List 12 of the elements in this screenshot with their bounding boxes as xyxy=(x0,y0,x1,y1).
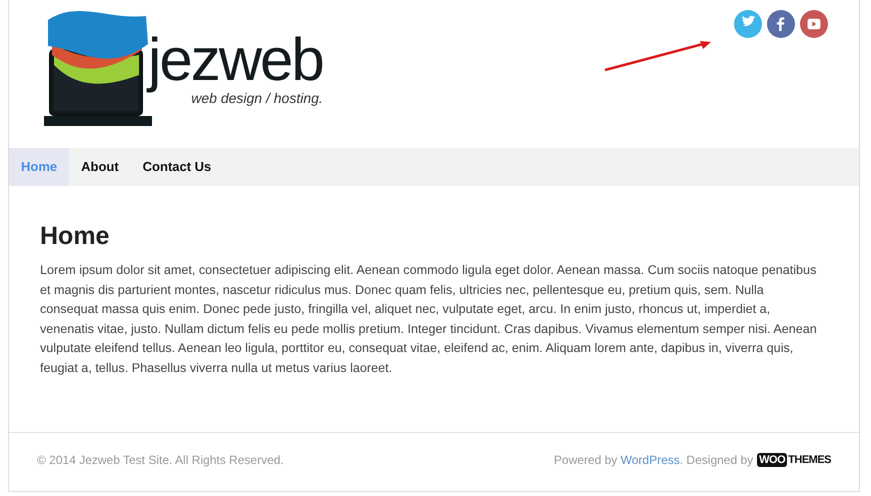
bird-icon[interactable] xyxy=(734,10,762,38)
logo-tagline: web design / hosting. xyxy=(191,90,323,108)
page-title: Home xyxy=(40,221,110,252)
page-body: Lorem ipsum dolor sit amet, consectetuer adipiscing elit. Aenean commodo ligula eget dolor. Aenean massa. Cum sociis natoque penatibus et magnis dis parturient montes, nascetur ridiculus mus. Donec quam felis, ultricies nec, pellentesque eu, pretium quis, sem. Nulla consequat massa quis enim. Donec pede justo, fringilla vel, aliquet nec, vulputate eget, arcu. In enim justo, rhoncus ut, imperdiet a, venenatis vitae, justo. Nullam dictum felis eu pede mollis pretium. Integer tincidunt. Cras dapibus. Vivamus elementum semper nisi. Aenean vulputate eleifend tellus. Aenean leo ligula, porttitor eu, consequat vitae, eleifend ac, enim. Aliquam lorem ante, dapibus in, viverra quis, feugiat a, tellus. Phasellus viverra nulla ut metus varius laoreet. xyxy=(40,262,818,377)
nav-link[interactable]: About xyxy=(69,148,131,186)
logo-wordmark: jezweb xyxy=(148,25,323,93)
woothemes-logo[interactable]: WOO THEMES xyxy=(757,452,831,468)
copyright-text: © 2014 Jezweb Test Site. All Rights Reserved. xyxy=(37,452,284,469)
play-icon[interactable] xyxy=(800,10,828,38)
credit-text: Powered by WordPress. Designed by xyxy=(554,452,754,469)
nav-link[interactable]: Contact Us xyxy=(130,148,224,186)
facebook-icon[interactable] xyxy=(767,10,795,38)
